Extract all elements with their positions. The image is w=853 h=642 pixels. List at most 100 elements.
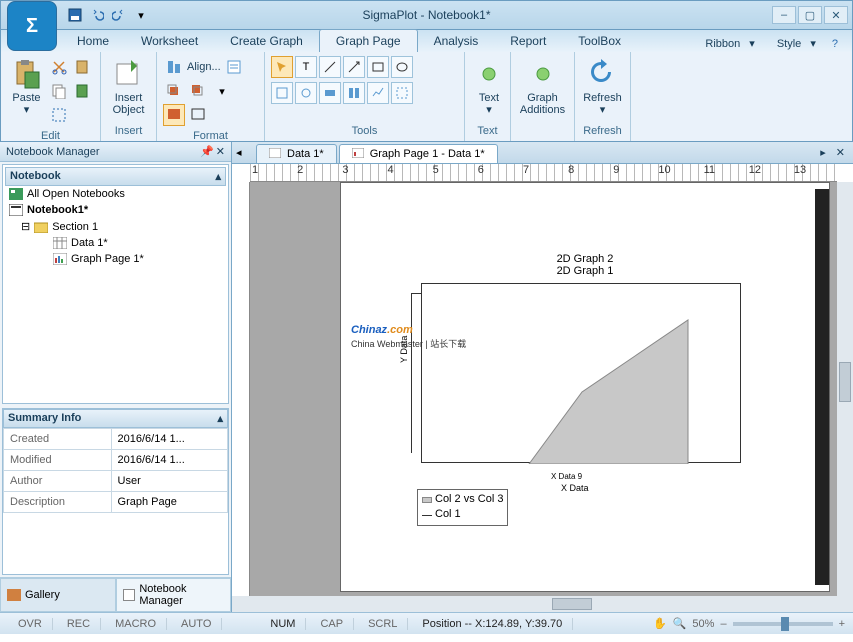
format-misc-icon[interactable]: [223, 56, 245, 78]
status-bar: OVR REC MACRO AUTO NUM CAP SCRL Position…: [0, 612, 853, 634]
graph-title-1[interactable]: 2D Graph 1: [341, 265, 829, 277]
cut-icon[interactable]: [48, 56, 70, 78]
window-title: SigmaPlot - Notebook1*: [362, 8, 490, 22]
zoom-tool-icon[interactable]: 🔍: [673, 617, 687, 630]
tool12-icon[interactable]: [391, 82, 413, 104]
line-color-icon[interactable]: [187, 104, 209, 126]
chart-legend[interactable]: Col 2 vs Col 3 Col 1: [417, 489, 508, 526]
undo-icon[interactable]: [89, 7, 105, 23]
watermark: Chinaz.com: [351, 313, 413, 339]
summary-desc-value[interactable]: Graph Page: [111, 492, 227, 513]
doctab-data1[interactable]: Data 1*: [256, 144, 337, 163]
group-insert-label: Insert: [105, 123, 152, 139]
ribbon-toggle[interactable]: Ribbon ▾: [693, 35, 760, 52]
tool8-icon[interactable]: [295, 82, 317, 104]
pan-icon[interactable]: ✋: [653, 617, 667, 630]
arrow-tool-icon[interactable]: [343, 56, 365, 78]
zoom-value[interactable]: 50%: [692, 618, 714, 630]
tab-home[interactable]: Home: [61, 30, 125, 52]
minimize-button[interactable]: –: [772, 6, 796, 24]
pointer-tool-icon[interactable]: [271, 56, 293, 78]
zoom-in-icon[interactable]: +: [839, 618, 845, 630]
tool7-icon[interactable]: [271, 82, 293, 104]
graph-page[interactable]: 2D Graph 2 2D Graph 1 0 2 4 6 8: [340, 182, 830, 592]
graph-additions-button[interactable]: Graph Additions: [517, 56, 568, 118]
zoom-out-icon[interactable]: –: [720, 618, 726, 630]
bring-front-icon[interactable]: [163, 80, 185, 102]
tree-section1[interactable]: ⊟Section 1: [5, 218, 226, 235]
tree-all-open[interactable]: All Open Notebooks: [5, 186, 226, 202]
text-tool-icon[interactable]: T: [295, 56, 317, 78]
select-icon[interactable]: [48, 104, 70, 126]
group-icon[interactable]: ▾: [211, 80, 233, 102]
text-button[interactable]: Text▾: [471, 56, 507, 118]
tool11-icon[interactable]: [367, 82, 389, 104]
vertical-scrollbar[interactable]: [837, 182, 853, 596]
line-tool-icon[interactable]: [319, 56, 341, 78]
plot-area[interactable]: 0 2 4 6 8 10 0 1 2 3: [421, 283, 741, 463]
rect-tool-icon[interactable]: [367, 56, 389, 78]
summary-created-value: 2016/6/14 1...: [111, 429, 227, 450]
ellipse-tool-icon[interactable]: [391, 56, 413, 78]
status-rec[interactable]: REC: [57, 618, 101, 630]
status-scrl[interactable]: SCRL: [358, 618, 408, 630]
tab-toolbox[interactable]: ToolBox: [562, 30, 637, 52]
doctab-graphpage1[interactable]: Graph Page 1 - Data 1*: [339, 144, 498, 163]
status-cap[interactable]: CAP: [310, 618, 354, 630]
tab-graph-page[interactable]: Graph Page: [319, 29, 418, 52]
app-icon[interactable]: Σ: [7, 1, 57, 51]
group-text-label: Text: [469, 123, 506, 139]
panel-pin-icon[interactable]: 📌: [200, 145, 214, 158]
doctab-close-icon[interactable]: ✕: [832, 144, 849, 161]
gallery-tab[interactable]: Gallery: [0, 578, 116, 612]
status-macro[interactable]: MACRO: [105, 618, 167, 630]
tool10-icon[interactable]: [343, 82, 365, 104]
tree-notebook1[interactable]: Notebook1*: [5, 202, 226, 218]
status-num[interactable]: NUM: [260, 618, 306, 630]
zoom-slider[interactable]: [733, 622, 833, 626]
send-back-icon[interactable]: [187, 80, 209, 102]
style-toggle[interactable]: Style ▾: [765, 35, 822, 52]
qat-dropdown-icon[interactable]: ▾: [133, 7, 149, 23]
doctab-next-icon[interactable]: ▸: [816, 144, 830, 161]
align-button[interactable]: Align...: [187, 61, 221, 73]
tab-report[interactable]: Report: [494, 30, 562, 52]
watermark-sub: China Webmaster | 站长下载: [351, 337, 466, 350]
align-icon[interactable]: [163, 56, 185, 78]
notebook-manager-tab[interactable]: Notebook Manager: [116, 578, 232, 612]
horizontal-scrollbar[interactable]: [232, 596, 853, 612]
doctab-prev-icon[interactable]: ◂: [236, 146, 242, 159]
tab-worksheet[interactable]: Worksheet: [125, 30, 214, 52]
graph-title-2[interactable]: 2D Graph 2: [341, 253, 829, 265]
horizontal-ruler: 12345678910111213: [250, 164, 837, 182]
save-icon[interactable]: [67, 7, 83, 23]
tree-section-header[interactable]: Notebook: [10, 170, 61, 183]
group-refresh-label: Refresh: [579, 123, 626, 139]
tab-create-graph[interactable]: Create Graph: [214, 30, 319, 52]
summary-header[interactable]: Summary Info: [8, 412, 81, 425]
summary-author-value[interactable]: User: [111, 471, 227, 492]
paste-special-icon[interactable]: [72, 56, 94, 78]
notebook-tree: Notebook▴ All Open Notebooks Notebook1* …: [2, 164, 229, 404]
tree-graphpage1[interactable]: Graph Page 1*: [5, 251, 226, 267]
x-axis-label[interactable]: X Data: [561, 483, 589, 493]
redo-icon[interactable]: [111, 7, 127, 23]
ribbon-tabs: Home Worksheet Create Graph Graph Page A…: [0, 30, 853, 52]
fill-color-icon[interactable]: [163, 104, 185, 126]
tool9-icon[interactable]: [319, 82, 341, 104]
status-auto[interactable]: AUTO: [171, 618, 222, 630]
paste-button[interactable]: Paste▾: [7, 56, 46, 118]
refresh-button[interactable]: Refresh▾: [581, 56, 624, 118]
insert-object-button[interactable]: Insert Object: [107, 56, 150, 118]
summary-author-label: Author: [4, 471, 112, 492]
x-axis-label-2[interactable]: X Data 9: [551, 472, 582, 481]
copy-icon[interactable]: [48, 80, 70, 102]
panel-close-icon[interactable]: ✕: [216, 145, 225, 158]
tab-analysis[interactable]: Analysis: [418, 30, 495, 52]
tree-data1[interactable]: Data 1*: [5, 235, 226, 251]
status-ovr[interactable]: OVR: [8, 618, 53, 630]
maximize-button[interactable]: ▢: [798, 6, 822, 24]
help-icon[interactable]: ?: [826, 36, 844, 52]
close-button[interactable]: ✕: [824, 6, 848, 24]
clipboard2-icon[interactable]: [72, 80, 94, 102]
